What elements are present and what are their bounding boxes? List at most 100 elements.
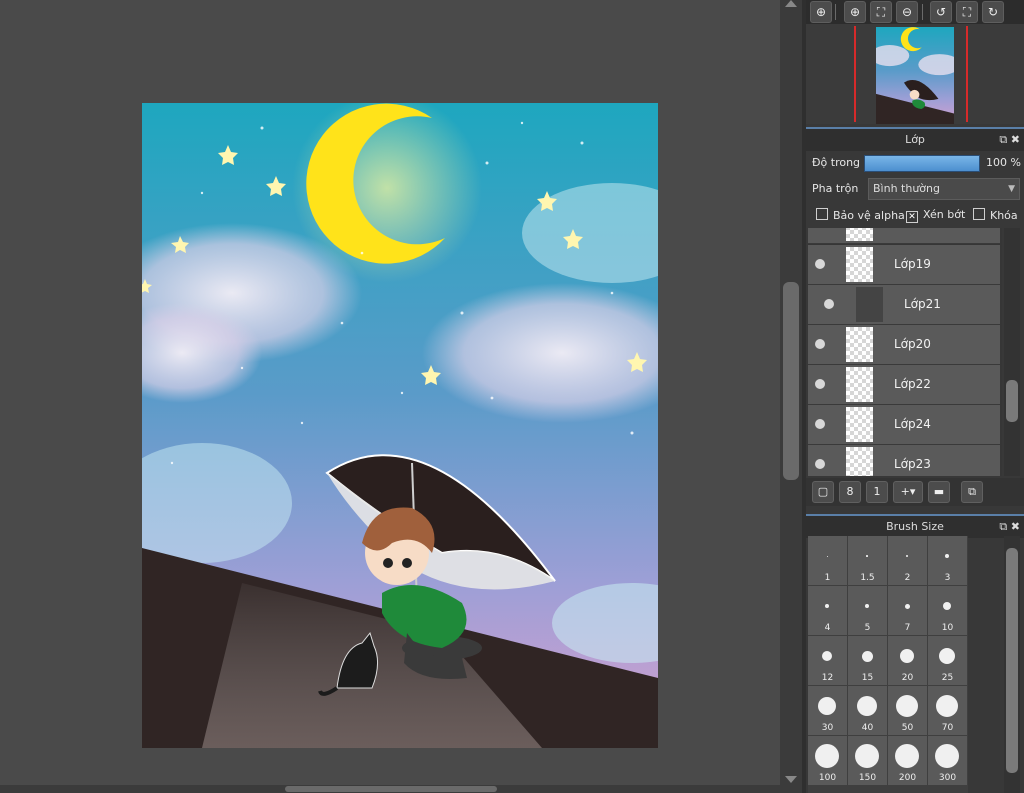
brush-dot-icon xyxy=(939,648,955,664)
scroll-up-arrow-icon[interactable] xyxy=(785,0,797,7)
brush-size-label: 200 xyxy=(898,773,917,783)
layer-panel-header: Lớp ⧉ ✖ xyxy=(806,127,1024,151)
layer-row[interactable]: Lớp22 xyxy=(808,365,1000,405)
duplicate-layer-icon[interactable]: ⧉ xyxy=(961,481,983,503)
layer-name: Lớp19 xyxy=(894,257,931,271)
brush-size-option[interactable]: 12 xyxy=(808,636,847,685)
brush-size-panel-header: Brush Size ⧉ ✖ xyxy=(806,514,1024,538)
layer-row[interactable]: Lớp23 xyxy=(808,445,1000,476)
brush-size-option[interactable]: 10 xyxy=(928,586,967,635)
artwork-canvas[interactable] xyxy=(142,103,658,748)
brush-size-option[interactable]: 20 xyxy=(888,636,927,685)
brush-size-option[interactable]: 3 xyxy=(928,536,967,585)
brush-dot-icon xyxy=(861,650,873,662)
layer-scroll-thumb[interactable] xyxy=(1006,380,1018,422)
brush-size-option[interactable]: 100 xyxy=(808,736,847,785)
zoom-fit-icon[interactable]: ⊕ xyxy=(810,1,832,23)
opacity-label: Độ trong xyxy=(812,156,861,169)
canvas-vertical-scrollbar[interactable] xyxy=(780,0,802,793)
brush-size-option[interactable]: 7 xyxy=(888,586,927,635)
zoom-out-icon[interactable]: ⊖ xyxy=(896,1,918,23)
fullscreen-icon[interactable]: ⛶ xyxy=(956,1,978,23)
toolbar-separator xyxy=(835,4,836,20)
new-halftone-layer-icon[interactable]: 8 xyxy=(839,481,861,503)
brush-size-option[interactable]: 300 xyxy=(928,736,967,785)
brush-scroll-thumb[interactable] xyxy=(1006,548,1018,773)
layer-name: Lớp22 xyxy=(894,377,931,391)
close-icon[interactable]: ✖ xyxy=(1011,133,1020,146)
visibility-eye-icon[interactable] xyxy=(824,299,834,309)
brush-size-option[interactable]: 30 xyxy=(808,686,847,735)
horizontal-scroll-thumb[interactable] xyxy=(285,786,497,792)
checkbox-box xyxy=(816,208,828,220)
layer-toolbar: ▢ 8 1 +▾ ▬ ⧉ xyxy=(806,478,1024,506)
brush-size-option[interactable]: 4 xyxy=(808,586,847,635)
visibility-eye-icon[interactable] xyxy=(815,339,825,349)
brush-dot-icon xyxy=(866,555,868,557)
brush-size-option[interactable]: 5 xyxy=(848,586,887,635)
layer-list[interactable]: Lớp19 Lớp21 Lớp20 Lớp22 Lớp24 Lớp23 xyxy=(808,228,1002,476)
fit-window-icon[interactable]: ⛶ xyxy=(870,1,892,23)
layer-panel-title: Lớp xyxy=(905,133,925,146)
protect-alpha-checkbox[interactable]: Bảo vệ alpha xyxy=(816,208,905,222)
opacity-value: 100 % xyxy=(986,156,1021,169)
layer-row[interactable]: Lớp24 xyxy=(808,405,1000,445)
lock-checkbox[interactable]: Khóa xyxy=(973,208,1018,222)
rotate-right-icon[interactable]: ↻ xyxy=(982,1,1004,23)
layer-thumbnail xyxy=(846,247,873,282)
brush-size-option[interactable]: 70 xyxy=(928,686,967,735)
brush-dot-icon xyxy=(815,744,839,768)
undock-icon[interactable]: ⧉ xyxy=(999,133,1007,146)
brush-dot-icon xyxy=(825,604,829,608)
layer-name: Lớp20 xyxy=(894,337,931,351)
layer-row[interactable] xyxy=(808,228,1000,244)
vertical-scroll-thumb[interactable] xyxy=(783,282,799,480)
blend-mode-select[interactable]: Bình thường ▼ xyxy=(868,178,1020,200)
brush-size-option[interactable]: 150 xyxy=(848,736,887,785)
layer-thumbnail xyxy=(846,447,873,476)
brush-size-scrollbar[interactable] xyxy=(1004,536,1020,793)
undock-icon[interactable]: ⧉ xyxy=(999,520,1007,533)
brush-size-option[interactable]: 1 xyxy=(808,536,847,585)
brush-dot-icon xyxy=(906,555,908,557)
brush-size-option[interactable]: 15 xyxy=(848,636,887,685)
clipping-checkbox[interactable]: ✕ Xén bớt xyxy=(906,208,965,223)
rotate-left-icon[interactable]: ↺ xyxy=(930,1,952,23)
visibility-eye-icon[interactable] xyxy=(815,459,825,469)
blend-label: Pha trộn xyxy=(812,182,859,195)
canvas-area[interactable] xyxy=(0,0,780,785)
layer-row-clipped[interactable]: Lớp21 xyxy=(808,285,1000,325)
brush-size-option[interactable]: 50 xyxy=(888,686,927,735)
scroll-down-arrow-icon[interactable] xyxy=(785,776,797,783)
add-layer-menu-icon[interactable]: +▾ xyxy=(893,481,923,503)
canvas-horizontal-scrollbar[interactable] xyxy=(0,785,780,793)
brush-size-label: 25 xyxy=(941,673,954,683)
visibility-eye-icon[interactable] xyxy=(815,379,825,389)
brush-size-option[interactable]: 25 xyxy=(928,636,967,685)
brush-dot-icon xyxy=(900,649,914,663)
zoom-in-icon[interactable]: ⊕ xyxy=(844,1,866,23)
layer-list-scrollbar[interactable] xyxy=(1004,228,1020,476)
new-8bit-layer-icon[interactable]: 1 xyxy=(866,481,888,503)
visibility-eye-icon[interactable] xyxy=(815,419,825,429)
brush-size-option[interactable]: 1.5 xyxy=(848,536,887,585)
layer-row[interactable]: Lớp19 xyxy=(808,245,1000,285)
visibility-eye-icon[interactable] xyxy=(815,259,825,269)
lock-label: Khóa xyxy=(990,209,1018,222)
brush-size-label: 10 xyxy=(941,623,954,633)
brush-dot-icon xyxy=(935,744,959,768)
brush-size-option[interactable]: 40 xyxy=(848,686,887,735)
new-folder-icon[interactable]: ▬ xyxy=(928,481,950,503)
brush-size-panel-title: Brush Size xyxy=(886,520,944,533)
navigator-preview[interactable] xyxy=(806,24,1024,124)
brush-size-option[interactable]: 200 xyxy=(888,736,927,785)
right-panel: ⊕ ⊕ ⛶ ⊖ ↺ ⛶ ↻ Lớp ⧉ ✖ Độ trong 100 % Pha… xyxy=(806,0,1024,793)
brush-dot-icon xyxy=(936,695,958,717)
brush-size-label: 70 xyxy=(941,723,954,733)
close-icon[interactable]: ✖ xyxy=(1011,520,1020,533)
new-layer-icon[interactable]: ▢ xyxy=(812,481,834,503)
opacity-slider[interactable] xyxy=(864,155,980,172)
brush-dot-icon xyxy=(945,554,949,558)
brush-size-option[interactable]: 2 xyxy=(888,536,927,585)
layer-row[interactable]: Lớp20 xyxy=(808,325,1000,365)
